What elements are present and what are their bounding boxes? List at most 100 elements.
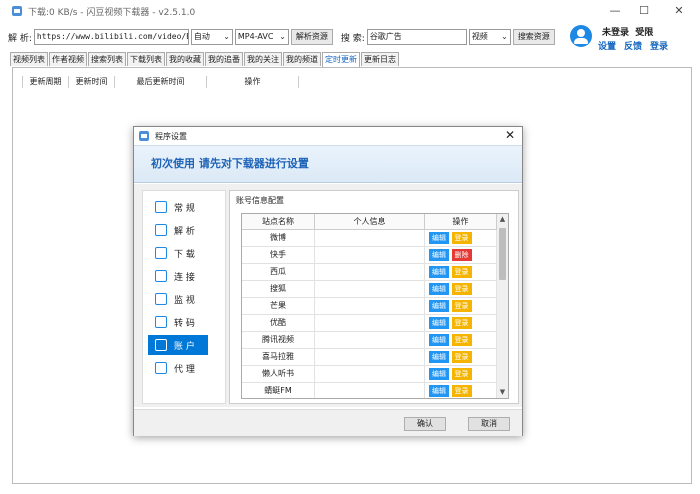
login-button[interactable]: 登录 [451, 368, 472, 380]
tab-search-list[interactable]: 搜索列表 [88, 52, 126, 66]
site-info [315, 230, 425, 246]
site-name: 快手 [242, 247, 315, 263]
cancel-button[interactable]: 取消 [468, 417, 510, 431]
header-update-time[interactable]: 更新时间 [69, 76, 115, 88]
settings-nav: 常 规 解 析 下 载 连 接 监 视 转 码 账 户 代 理 [142, 190, 226, 404]
nav-label: 账 户 [174, 341, 195, 352]
table-row: 喜马拉雅 编辑 登录 [242, 349, 497, 366]
nav-item-monitor[interactable]: 监 视 [155, 289, 195, 309]
tab-my-favorites[interactable]: 我的收藏 [166, 52, 204, 66]
group-title: 账号信息配置 [236, 196, 284, 205]
edit-button[interactable]: 编辑 [429, 351, 449, 363]
edit-button[interactable]: 编辑 [429, 334, 449, 346]
account-table-header: 站点名称 个人信息 操作 [242, 214, 497, 230]
nav-item-download[interactable]: 下 载 [155, 243, 195, 263]
proxy-icon [155, 362, 167, 374]
search-button[interactable]: 搜索资源 [512, 29, 555, 45]
tab-my-follows[interactable]: 我的关注 [244, 52, 282, 66]
row-ops: 编辑 登录 [425, 349, 497, 365]
app-icon [12, 6, 22, 16]
maximize-button[interactable]: ☐ [627, 0, 661, 22]
nav-item-general[interactable]: 常 规 [155, 197, 195, 217]
search-type-select[interactable]: 视频 ⌄ [468, 29, 511, 45]
chevron-down-icon: ⌄ [223, 32, 230, 41]
nav-item-proxy[interactable]: 代 理 [155, 358, 195, 378]
edit-button[interactable]: 编辑 [429, 283, 449, 295]
header-spacer [13, 76, 23, 88]
site-name: 腾讯视频 [242, 332, 315, 348]
row-ops: 编辑 登录 [425, 383, 497, 398]
tab-author-videos[interactable]: 作者视频 [49, 52, 87, 66]
close-button[interactable]: ✕ [662, 0, 696, 22]
nav-item-transcode[interactable]: 转 码 [155, 312, 195, 332]
parse-icon [155, 224, 167, 236]
tab-my-channel[interactable]: 我的频道 [283, 52, 321, 66]
scroll-thumb[interactable] [499, 228, 506, 280]
tab-download-list[interactable]: 下载列表 [127, 52, 165, 66]
site-name: 喜马拉雅 [242, 349, 315, 365]
confirm-button[interactable]: 确认 [404, 417, 446, 431]
login-button[interactable]: 登录 [451, 300, 472, 312]
general-icon [155, 201, 167, 213]
edit-button[interactable]: 编辑 [429, 266, 449, 278]
toolbar: 解 析: https://www.bilibili.com/video/BV1P… [0, 26, 555, 48]
header-actions[interactable]: 操作 [207, 76, 299, 88]
login-button[interactable]: 登录 [451, 351, 472, 363]
avatar[interactable] [570, 25, 592, 47]
tab-video-list[interactable]: 视频列表 [10, 52, 48, 66]
table-row: 芒果 编辑 登录 [242, 298, 497, 315]
edit-button[interactable]: 编辑 [429, 249, 449, 261]
header-info: 个人信息 [315, 214, 425, 229]
parse-button[interactable]: 解析资源 [290, 29, 333, 45]
settings-link[interactable]: 设置 [598, 39, 616, 52]
edit-button[interactable]: 编辑 [429, 317, 449, 329]
row-ops: 编辑 删除 [425, 247, 497, 263]
account-table: 站点名称 个人信息 操作 微博 编辑 登录 快手 编辑 删除 西瓜 编辑 登录 … [241, 213, 509, 399]
tab-my-bangumi[interactable]: 我的追番 [205, 52, 243, 66]
window-title: 下载:0 KB/s - 闪豆视频下载器 - v2.5.1.0 [28, 7, 196, 18]
row-ops: 编辑 登录 [425, 332, 497, 348]
chevron-down-icon: ⌄ [501, 32, 508, 41]
chevron-down-icon: ⌄ [279, 32, 286, 41]
row-ops: 编辑 登录 [425, 230, 497, 246]
search-input[interactable]: 谷歌广告 [366, 29, 467, 45]
table-row: 西瓜 编辑 登录 [242, 264, 497, 281]
app-icon [139, 131, 149, 141]
table-scrollbar[interactable]: ▲ ▼ [497, 214, 508, 398]
edit-button[interactable]: 编辑 [429, 300, 449, 312]
edit-button[interactable]: 编辑 [429, 385, 449, 397]
login-link[interactable]: 登录 [650, 39, 668, 52]
nav-item-parse[interactable]: 解 析 [155, 220, 195, 240]
table-row: 懒人听书 编辑 登录 [242, 366, 497, 383]
login-button[interactable]: 登录 [451, 283, 472, 295]
site-name: 微博 [242, 230, 315, 246]
login-button[interactable]: 登录 [451, 334, 472, 346]
login-button[interactable]: 登录 [451, 232, 472, 244]
header-update-cycle[interactable]: 更新周期 [23, 76, 69, 88]
tab-scheduled-update[interactable]: 定时更新 [322, 52, 360, 67]
download-icon [155, 247, 167, 259]
format-select[interactable]: MP4-AVC ⌄ [234, 29, 289, 45]
nav-item-connection[interactable]: 连 接 [155, 266, 195, 286]
table-row: 腾讯视频 编辑 登录 [242, 332, 497, 349]
login-button[interactable]: 登录 [451, 266, 472, 278]
close-icon[interactable]: ✕ [505, 128, 515, 142]
header-last-update-time[interactable]: 最后更新时间 [115, 76, 207, 88]
site-info [315, 383, 425, 398]
login-button[interactable]: 登录 [451, 317, 472, 329]
delete-button[interactable]: 删除 [451, 249, 472, 261]
login-button[interactable]: 登录 [451, 385, 472, 397]
header-ops: 操作 [425, 214, 497, 229]
edit-button[interactable]: 编辑 [429, 368, 449, 380]
url-input[interactable]: https://www.bilibili.com/video/BV1P [33, 29, 189, 45]
mode-select[interactable]: 自动 ⌄ [190, 29, 233, 45]
scroll-down-icon[interactable]: ▼ [497, 387, 508, 398]
row-ops: 编辑 登录 [425, 264, 497, 280]
scroll-up-icon[interactable]: ▲ [497, 214, 508, 225]
nav-item-account[interactable]: 账 户 [148, 335, 208, 355]
row-ops: 编辑 登录 [425, 366, 497, 382]
edit-button[interactable]: 编辑 [429, 232, 449, 244]
tab-update-log[interactable]: 更新日志 [361, 52, 399, 66]
dialog-body: 常 规 解 析 下 载 连 接 监 视 转 码 账 户 代 理 账号信息配置 站… [134, 184, 522, 407]
feedback-link[interactable]: 反馈 [624, 39, 642, 52]
